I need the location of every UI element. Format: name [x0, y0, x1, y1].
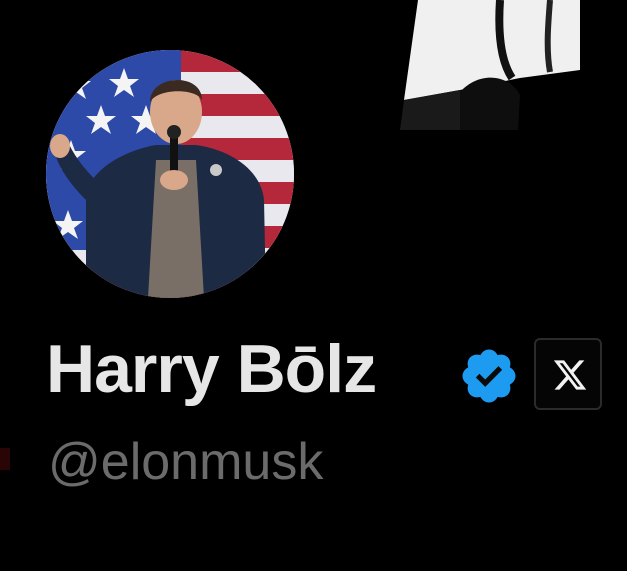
x-logo-icon[interactable]: [534, 338, 602, 410]
profile-avatar[interactable]: [46, 50, 294, 298]
banner-photo: [400, 0, 580, 130]
display-name: Harry Bōlz: [46, 331, 377, 407]
verified-badge-icon[interactable]: [458, 345, 520, 407]
edge-mark: [0, 448, 10, 470]
user-handle: @elonmusk: [48, 433, 324, 491]
